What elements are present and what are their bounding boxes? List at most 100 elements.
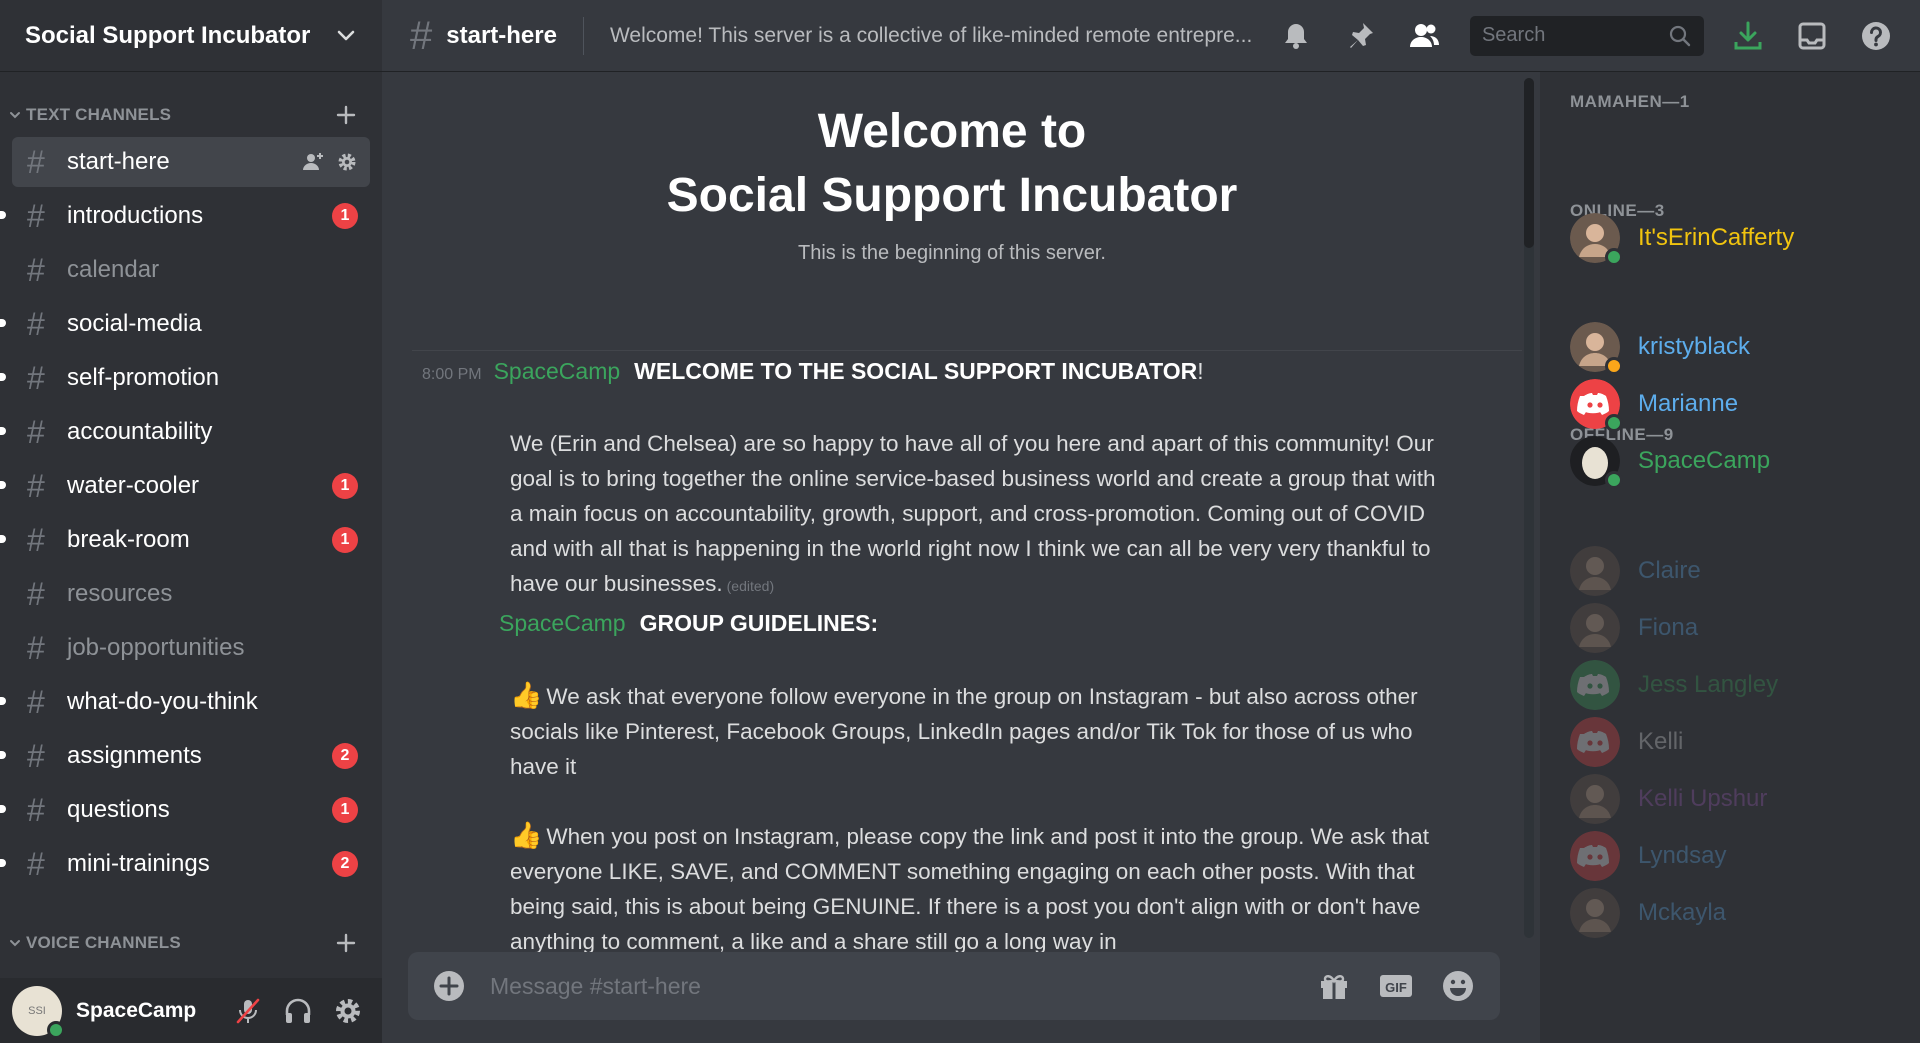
channel-topic[interactable]: Welcome! This server is a collective of … (610, 24, 1260, 48)
mention-badge: 2 (332, 743, 358, 769)
member-item[interactable]: Marianne (1570, 376, 1738, 432)
member-item[interactable]: Kelli Upshur (1570, 771, 1767, 827)
unread-indicator (0, 481, 6, 489)
username: SpaceCamp (76, 998, 197, 1022)
message-author[interactable]: SpaceCamp (499, 610, 626, 637)
edited-label: (edited) (726, 578, 775, 594)
member-item[interactable]: It'sErinCafferty (1570, 210, 1794, 266)
discord-logo-icon (1570, 831, 1620, 881)
unread-indicator (0, 697, 6, 705)
channel-item-resources[interactable]: # resources (12, 569, 370, 619)
message-input[interactable] (490, 972, 1290, 1000)
avatar (1570, 436, 1623, 489)
message-header: SpaceCamp GROUP GUIDELINES: (499, 610, 878, 637)
member-name: Marianne (1638, 390, 1739, 417)
channel-item-water-cooler[interactable]: # water-cooler 1 (0, 461, 370, 511)
plus-icon[interactable] (334, 931, 358, 955)
channel-item-calendar[interactable]: # calendar (12, 245, 370, 295)
channel-item-mini-trainings[interactable]: # mini-trainings 2 (0, 839, 370, 889)
search-input[interactable] (1481, 24, 1668, 47)
gear-icon[interactable] (336, 151, 358, 173)
member-name: kristyblack (1638, 333, 1751, 360)
hashtag-icon: # (27, 792, 45, 828)
welcome-title-line2: Social Support Incubator (666, 169, 1238, 222)
svg-text:GIF: GIF (1385, 980, 1407, 995)
online-status-icon (1605, 248, 1623, 266)
channel-item-what-do-you-think[interactable]: # what-do-you-think (0, 677, 370, 727)
scrollbar[interactable] (1524, 78, 1534, 938)
mention-badge: 1 (332, 797, 358, 823)
download-icon[interactable] (1732, 20, 1764, 52)
help-icon[interactable] (1860, 20, 1892, 52)
channel-name: self-promotion (67, 364, 220, 391)
invite-user-icon[interactable] (302, 151, 324, 173)
message-author[interactable]: SpaceCamp (494, 358, 621, 385)
hashtag-icon: # (27, 738, 45, 774)
member-item[interactable]: Claire (1570, 543, 1701, 599)
message-composer: GIF (408, 952, 1500, 1020)
avatar-text: SSI (28, 1004, 46, 1017)
member-item[interactable]: Jess Langley (1570, 657, 1778, 713)
inbox-icon[interactable] (1796, 20, 1828, 52)
channel-item-break-room[interactable]: # break-room 1 (0, 515, 370, 565)
avatar (1570, 888, 1620, 938)
add-attachment-icon[interactable] (432, 969, 466, 1003)
hashtag-icon: # (27, 576, 45, 612)
member-item[interactable]: Fiona (1570, 600, 1698, 656)
channel-name: break-room (67, 526, 190, 553)
gif-icon[interactable]: GIF (1378, 968, 1414, 1004)
message-text: We ask that everyone follow everyone in … (510, 684, 1418, 779)
pin-icon[interactable] (1344, 20, 1376, 52)
message-paragraph: 👍 When you post on Instagram, please copy… (510, 818, 1440, 959)
gift-icon[interactable] (1316, 968, 1352, 1004)
channel-item-introductions[interactable]: # introductions 1 (0, 191, 370, 241)
avatar[interactable]: SSI (12, 985, 65, 1039)
bell-icon[interactable] (1280, 20, 1312, 52)
welcome-title-line1: Welcome to (817, 105, 1087, 158)
member-item[interactable]: SpaceCamp (1570, 433, 1770, 489)
server-header[interactable]: Social Support Incubator (0, 0, 382, 72)
member-item[interactable]: Lyndsay (1570, 828, 1727, 884)
divider (582, 16, 584, 55)
member-item[interactable]: Kelli (1570, 714, 1683, 770)
mention-badge: 1 (332, 527, 358, 553)
discord-logo-icon (1570, 717, 1620, 767)
mention-badge: 1 (332, 203, 358, 229)
hashtag-icon: # (27, 306, 45, 342)
gear-icon[interactable] (332, 995, 364, 1027)
thumbs-up-icon: 👍 (510, 820, 543, 850)
unread-indicator (0, 751, 6, 759)
member-item[interactable]: Mckayla (1570, 885, 1726, 941)
message-timestamp: 8:00 PM (422, 366, 482, 383)
channel-item-questions[interactable]: # questions 1 (0, 785, 370, 835)
channel-item-job-opportunities[interactable]: # job-opportunities (12, 623, 370, 673)
channel-item-self-promotion[interactable]: # self-promotion (0, 353, 370, 403)
welcome-section: Welcome to Social Support Incubator This… (382, 100, 1522, 265)
headphones-icon[interactable] (282, 995, 314, 1027)
hashtag-icon: # (27, 522, 45, 558)
avatar (1570, 213, 1623, 266)
channel-item-accountability[interactable]: # accountability (0, 407, 370, 457)
channel-item-start-here[interactable]: # start-here (12, 137, 370, 187)
member-item[interactable]: kristyblack (1570, 319, 1750, 375)
chat-area: Welcome to Social Support Incubator This… (382, 72, 1540, 1043)
search-box[interactable] (1469, 15, 1704, 56)
plus-icon[interactable] (334, 103, 358, 127)
user-photo-icon (1570, 546, 1620, 596)
channel-list: # start-here # introductions 1 # calendar # soci… (0, 137, 382, 893)
scrollbar-thumb[interactable] (1524, 78, 1534, 248)
message-text: We (Erin and Chelsea) are so happy to ha… (510, 431, 1436, 596)
unread-indicator (0, 535, 6, 543)
category-text-channels[interactable]: TEXT CHANNELS (0, 100, 382, 130)
mute-microphone-icon[interactable] (232, 995, 264, 1027)
welcome-subtitle: This is the beginning of this server. (798, 242, 1106, 264)
members-icon[interactable] (1408, 20, 1440, 52)
hashtag-icon: # (27, 414, 45, 450)
channel-item-social-media[interactable]: # social-media (0, 299, 370, 349)
channel-name: social-media (67, 310, 202, 337)
chevron-down-icon (10, 940, 20, 947)
hashtag-icon: # (27, 252, 45, 288)
category-voice-channels[interactable]: VOICE CHANNELS (0, 928, 382, 958)
channel-item-assignments[interactable]: # assignments 2 (0, 731, 370, 781)
emoji-icon[interactable] (1440, 968, 1476, 1004)
